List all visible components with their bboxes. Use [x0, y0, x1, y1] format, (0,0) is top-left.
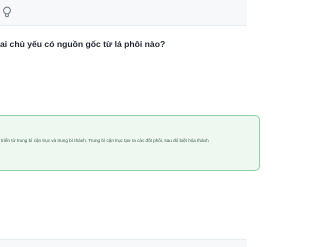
page: ai chủ yếu có nguồn gốc từ lá phôi nào? …: [0, 0, 260, 247]
bottom-bar: [0, 239, 247, 247]
top-bar: [0, 0, 247, 26]
lightbulb-icon: [2, 6, 12, 19]
answer-text: triển từ trung bì cận trục và trung bì t…: [1, 138, 209, 143]
answer-card: triển từ trung bì cận trục và trung bì t…: [0, 115, 260, 171]
question-title: ai chủ yếu có nguồn gốc từ lá phôi nào?: [0, 39, 166, 49]
